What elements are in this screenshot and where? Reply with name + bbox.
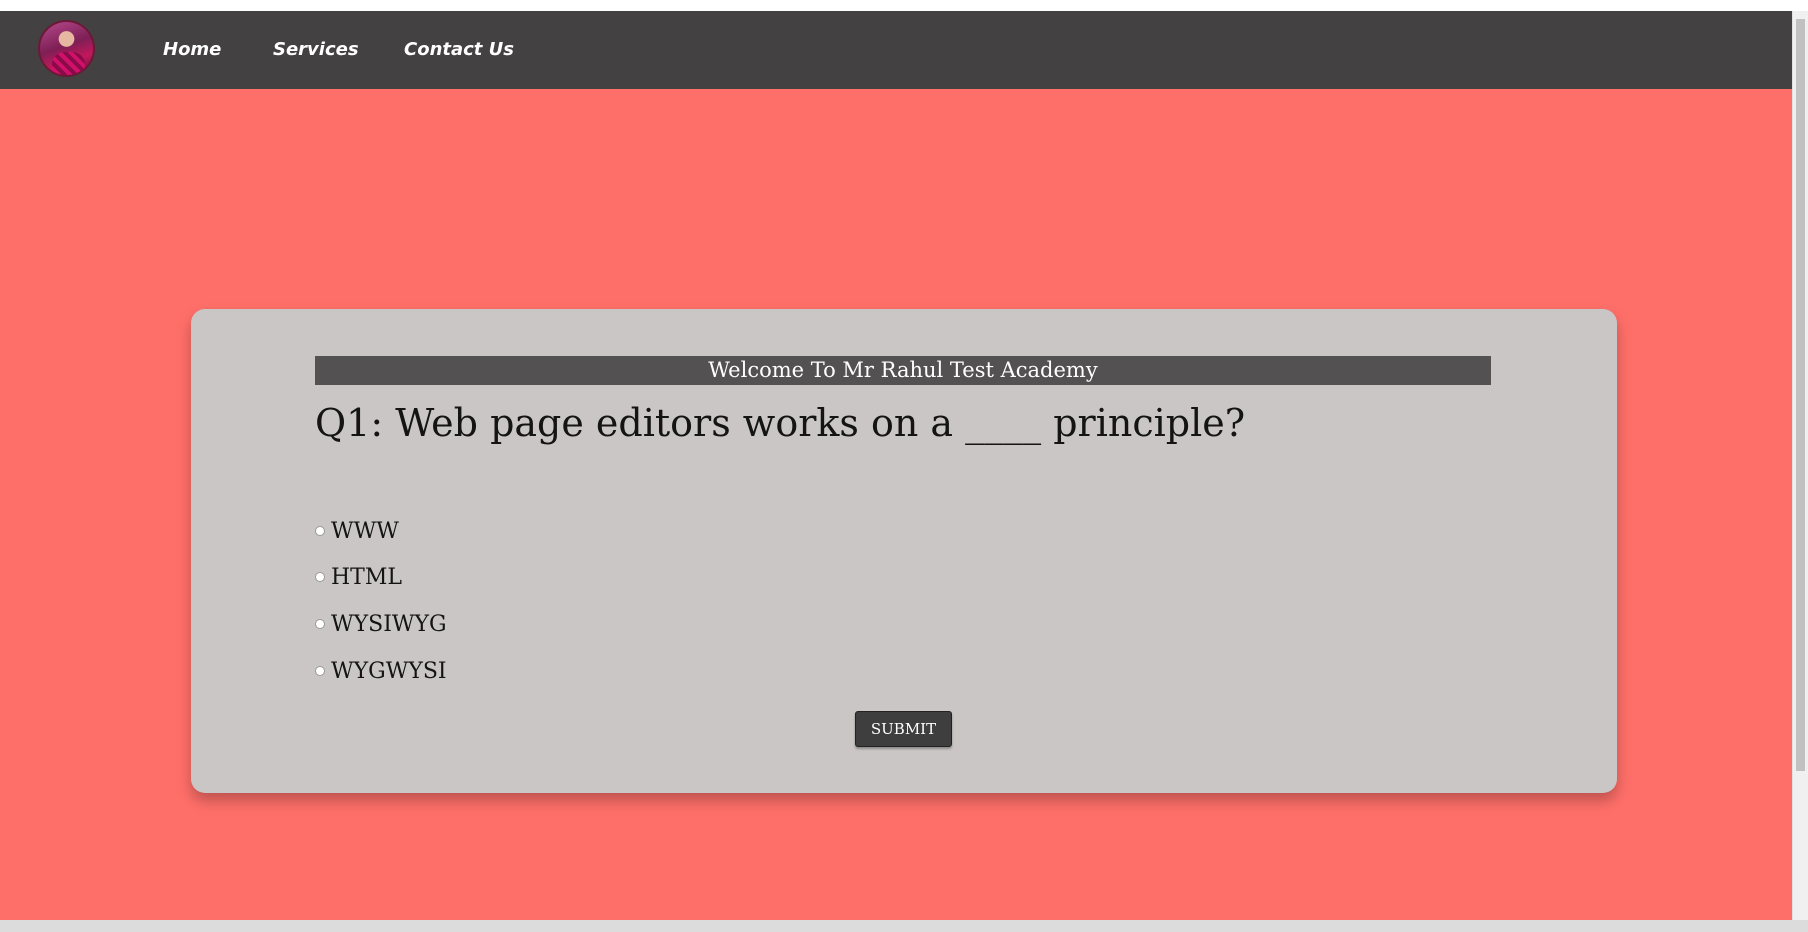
avatar[interactable]: [38, 20, 95, 77]
nav-link-contact-us[interactable]: Contact Us: [404, 39, 514, 60]
quiz-card: Welcome To Mr Rahul Test Academy Q1: Web…: [191, 309, 1617, 793]
submit-button[interactable]: SUBMIT: [855, 711, 952, 747]
welcome-banner: Welcome To Mr Rahul Test Academy: [315, 356, 1491, 385]
option-label: WWW: [331, 518, 399, 544]
radio-button[interactable]: [315, 526, 325, 536]
radio-button[interactable]: [315, 572, 325, 582]
option-label: WYGWYSI: [331, 658, 447, 684]
vertical-scrollbar[interactable]: [1792, 11, 1808, 921]
navbar: Home Services Contact Us: [0, 11, 1792, 89]
avatar-shirt: [52, 52, 85, 75]
option-wygwysi[interactable]: WYGWYSI: [315, 658, 447, 684]
question-text: Q1: Web page editors works on a ____ pri…: [315, 401, 1246, 445]
radio-button[interactable]: [315, 666, 325, 676]
option-label: WYSIWYG: [331, 611, 447, 637]
nav-link-home[interactable]: Home: [163, 39, 221, 60]
scrollbar-thumb[interactable]: [1796, 19, 1805, 771]
horizontal-scrollbar[interactable]: [0, 920, 1808, 932]
nav-link-services[interactable]: Services: [273, 39, 359, 60]
option-html[interactable]: HTML: [315, 564, 402, 590]
radio-button[interactable]: [315, 619, 325, 629]
option-www[interactable]: WWW: [315, 518, 399, 544]
option-label: HTML: [331, 564, 402, 590]
option-wysiwyg[interactable]: WYSIWYG: [315, 611, 447, 637]
